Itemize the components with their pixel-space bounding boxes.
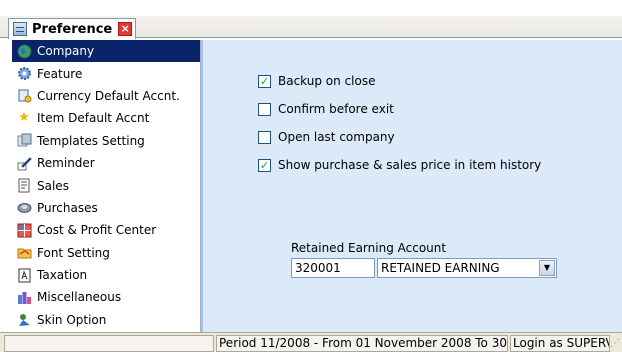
sidebar-item-label: Currency Default Accnt. [37,88,180,103]
status-period: Period 11/2008 - From 01 November 2008 T… [216,335,508,352]
company-settings-panel: ✓ Backup on close Confirm before exit Op… [201,40,622,332]
status-login: Login as SUPERVIS [510,335,610,352]
tab-preference[interactable]: Preference × [8,18,136,39]
option-show-price-history[interactable]: ✓ Show purchase & sales price in item hi… [258,158,541,172]
sidebar-item-label: Feature [37,66,83,81]
tab-title: Preference [32,21,113,37]
taxation-icon [16,267,32,283]
option-label: Show purchase & sales price in item hist… [278,158,542,172]
skin-option-icon [16,312,32,328]
company-globe-icon [16,43,32,59]
purchases-icon [16,200,32,216]
resize-grip-icon[interactable]: ⋰ [610,338,620,350]
status-bar: Period 11/2008 - From 01 November 2008 T… [0,332,622,352]
sidebar-item-label: Company [37,44,95,59]
sidebar-item-currency[interactable]: Currency Default Accnt. [12,85,200,107]
sidebar-item-cost-profit[interactable]: Cost & Profit Center [12,219,200,241]
sidebar-item-label: Item Default Accnt [37,111,150,126]
top-band [0,0,622,16]
sidebar-item-label: Taxation [37,268,88,283]
status-panel-blank [4,335,214,352]
sidebar-item-label: Miscellaneous [37,290,122,305]
close-icon[interactable]: × [118,22,133,36]
preference-grid-icon [13,22,27,36]
backup-checkbox[interactable]: ✓ [258,74,271,88]
sales-document-icon [16,178,32,194]
sidebar-item-feature[interactable]: Feature [12,62,200,84]
sidebar: Company Feature Currency Default Accnt. … [12,40,201,332]
cost-profit-grid-icon [16,222,32,238]
show-price-history-checkbox[interactable]: ✓ [258,158,271,172]
currency-icon [16,88,32,104]
sidebar-item-company[interactable]: Company [12,40,200,63]
option-label: Confirm before exit [278,102,394,116]
confirm-exit-checkbox[interactable] [258,102,271,116]
retained-earning-label: Retained Earning Account [291,241,447,255]
miscellaneous-icon [16,289,32,305]
chevron-down-icon[interactable]: ▼ [539,260,555,276]
reminder-pen-icon [16,155,32,171]
star-icon: ★ [18,110,30,126]
sidebar-item-label: Cost & Profit Center [37,223,157,238]
sidebar-item-item-default[interactable]: ★ Item Default Accnt [12,107,200,129]
sidebar-item-taxation[interactable]: Taxation [12,264,200,286]
sidebar-item-miscellaneous[interactable]: Miscellaneous [12,286,200,308]
sidebar-item-templates[interactable]: Templates Setting [12,130,200,152]
font-folder-icon [16,245,32,261]
tab-strip: Preference × [0,16,622,39]
sidebar-item-reminder[interactable]: Reminder [12,152,200,174]
retained-earning-account-select[interactable]: RETAINED EARNING ▼ [377,258,557,278]
sidebar-item-label: Purchases [37,200,98,215]
option-backup-on-close[interactable]: ✓ Backup on close [258,74,375,88]
sidebar-item-label: Font Setting [37,245,110,260]
sidebar-item-sales[interactable]: Sales [12,174,200,196]
sidebar-item-label: Sales [37,178,69,193]
templates-icon [16,133,32,149]
open-last-company-checkbox[interactable] [258,130,271,144]
sidebar-item-label: Reminder [37,156,95,171]
sidebar-item-label: Templates Setting [37,133,145,148]
sidebar-item-font-setting[interactable]: Font Setting [12,242,200,264]
option-label: Backup on close [278,74,376,88]
sidebar-item-label: Skin Option [37,312,107,327]
option-label: Open last company [278,130,395,144]
retained-earning-code-input[interactable]: 320001 [291,258,375,278]
sidebar-item-skin-option[interactable]: Skin Option [12,309,200,331]
retained-earning-name: RETAINED EARNING [381,261,500,275]
option-confirm-before-exit[interactable]: Confirm before exit [258,102,394,116]
sidebar-item-purchases[interactable]: Purchases [12,197,200,219]
option-open-last-company[interactable]: Open last company [258,130,395,144]
feature-gear-icon [16,66,32,82]
